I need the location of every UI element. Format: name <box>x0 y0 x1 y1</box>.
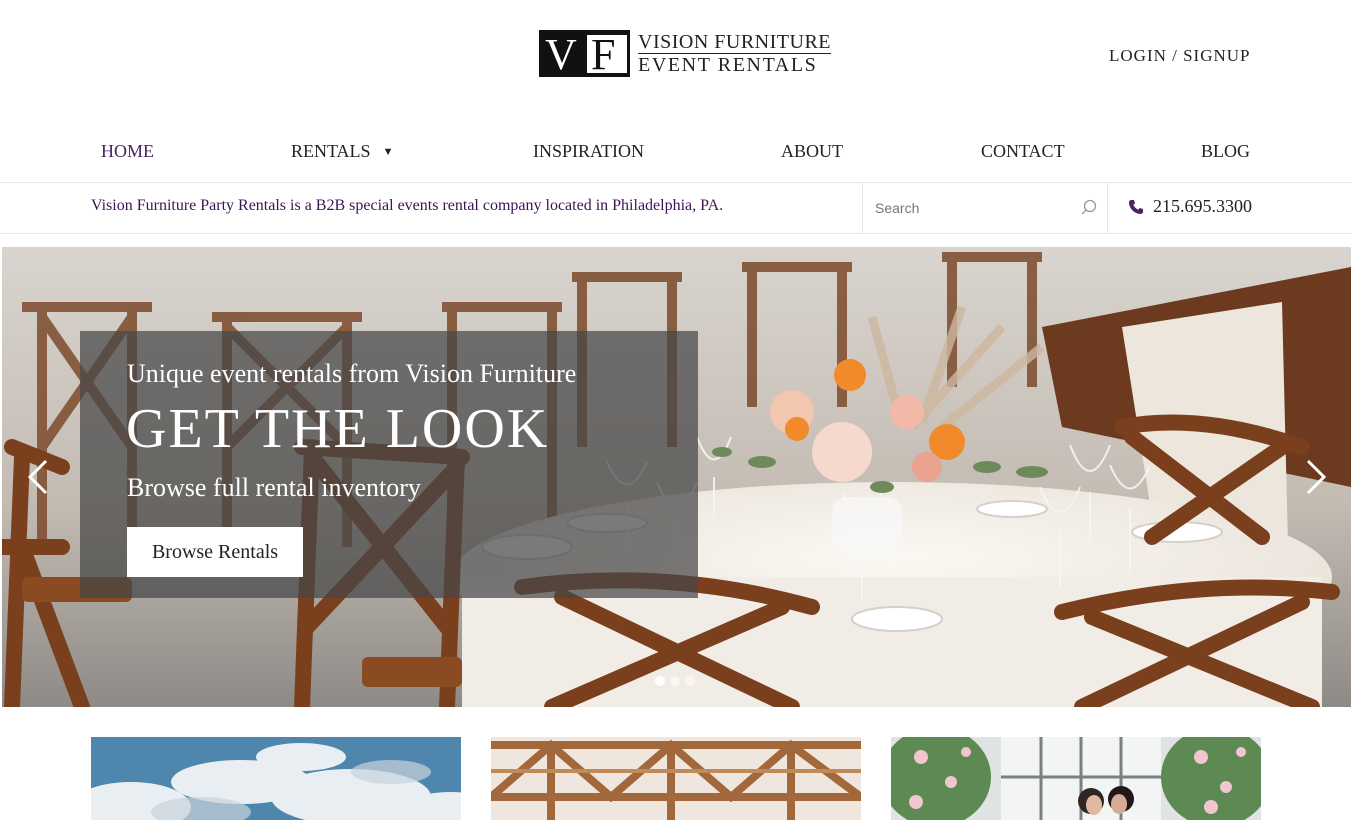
hero-caption-panel: Unique event rentals from Vision Furnitu… <box>80 331 698 598</box>
site-header: V F VISION FURNITURE EVENT RENTALS LOGIN… <box>0 0 1351 118</box>
nav-item-contact[interactable]: CONTACT <box>981 141 1065 162</box>
search-box <box>862 183 1108 233</box>
nav-item-rentals-label: RENTALS <box>291 141 371 161</box>
phone-contact[interactable]: 215.695.3300 <box>1128 196 1252 217</box>
logo-mark: V F <box>539 30 630 77</box>
feature-card-sky[interactable] <box>91 737 461 820</box>
phone-number: 215.695.3300 <box>1153 196 1252 216</box>
chevron-left-icon[interactable] <box>24 457 52 497</box>
slider-dot-2[interactable] <box>670 676 680 686</box>
feature-card-wedding[interactable] <box>891 737 1261 820</box>
logo-line-2: EVENT RENTALS <box>638 53 818 76</box>
main-nav: HOME RENTALS ▼ INSPIRATION ABOUT CONTACT … <box>0 118 1351 183</box>
login-signup-link[interactable]: LOGIN / SIGNUP <box>1109 46 1251 66</box>
nav-item-rentals[interactable]: RENTALS ▼ <box>291 141 393 162</box>
logo-line-1: VISION FURNITURE <box>638 30 831 54</box>
nav-item-home[interactable]: HOME <box>101 141 154 162</box>
card-image-wedding <box>891 737 1261 820</box>
card-image-sky <box>91 737 461 820</box>
slider-dots <box>655 676 695 686</box>
info-bar: Vision Furniture Party Rentals is a B2B … <box>0 183 1351 234</box>
card-image-barn <box>491 737 861 820</box>
company-tagline: Vision Furniture Party Rentals is a B2B … <box>91 197 724 214</box>
hero-subtitle: Browse full rental inventory <box>127 473 421 502</box>
logo-text: VISION FURNITURE EVENT RENTALS <box>638 32 831 76</box>
nav-item-inspiration[interactable]: INSPIRATION <box>533 141 644 162</box>
feature-card-barn[interactable] <box>491 737 861 820</box>
browse-rentals-button[interactable]: Browse Rentals <box>127 527 303 577</box>
phone-icon <box>1129 199 1143 214</box>
caret-down-icon: ▼ <box>382 146 394 158</box>
logo-mark-v: V <box>545 30 577 79</box>
search-icon[interactable] <box>1079 198 1099 218</box>
slider-dot-3[interactable] <box>685 676 695 686</box>
logo-mark-f: F <box>591 30 616 79</box>
slider-dot-1[interactable] <box>655 676 665 686</box>
hero-title: GET THE LOOK <box>126 398 550 460</box>
chevron-right-icon[interactable] <box>1302 457 1330 497</box>
nav-item-about[interactable]: ABOUT <box>781 141 843 162</box>
site-logo[interactable]: V F VISION FURNITURE EVENT RENTALS <box>539 30 831 77</box>
hero-kicker: Unique event rentals from Vision Furnitu… <box>127 359 577 388</box>
search-input[interactable] <box>873 196 1073 220</box>
hero-slider: Unique event rentals from Vision Furnitu… <box>2 247 1351 707</box>
nav-item-blog[interactable]: BLOG <box>1201 141 1250 162</box>
